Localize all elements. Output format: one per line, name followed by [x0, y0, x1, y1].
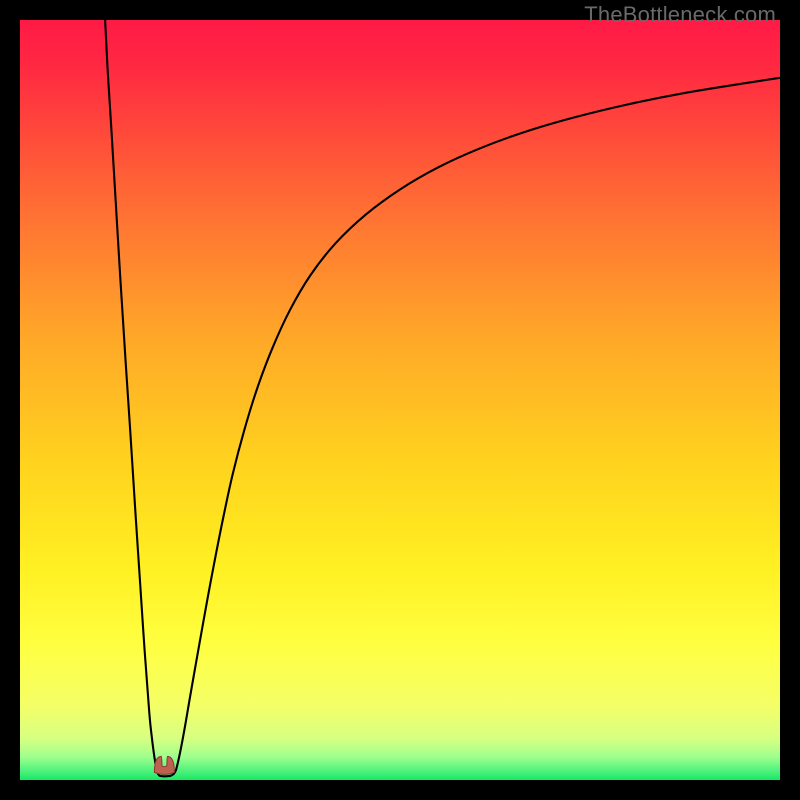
watermark-text: TheBottleneck.com: [584, 2, 776, 28]
chart-frame: [20, 20, 780, 780]
chart-background: [20, 20, 780, 780]
chart-svg: [20, 20, 780, 780]
